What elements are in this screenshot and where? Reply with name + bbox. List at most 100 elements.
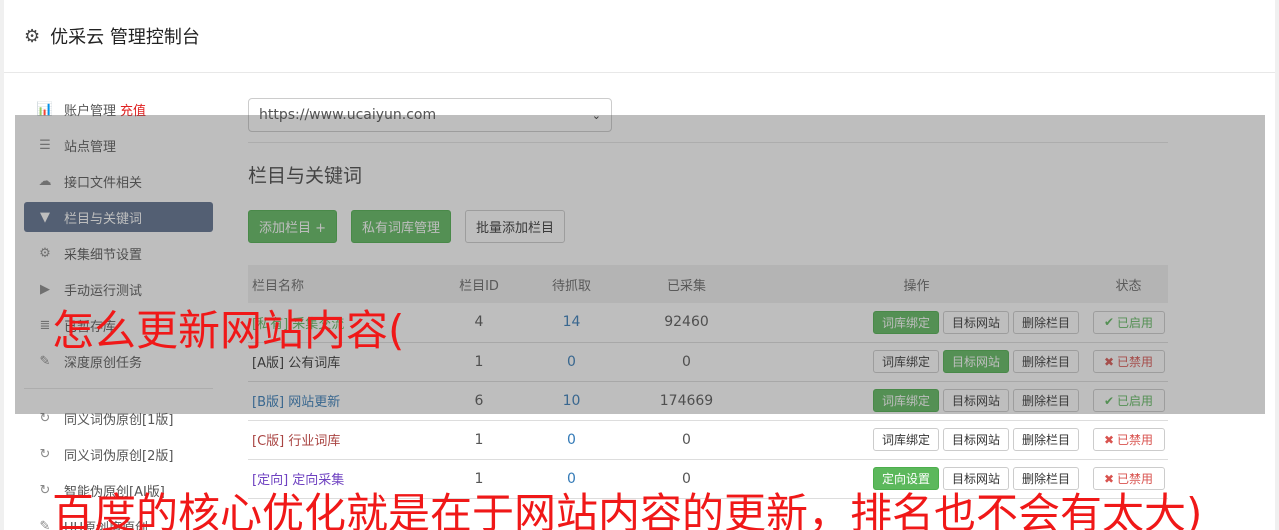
sidebar-item-interface[interactable]: ☁ 接口文件相关 (24, 166, 213, 196)
column-tag: [A版] (252, 356, 285, 371)
toolbar: 添加栏目 + 私有词库管理 批量添加栏目 (248, 210, 1168, 243)
table-header-row: 栏目名称 栏目ID 待抓取 已采集 操作 状态 (248, 265, 1168, 303)
status-label: 已禁用 (1117, 355, 1154, 369)
target-site-button[interactable]: 目标网站 (942, 428, 1009, 451)
column-id: 1 (474, 353, 484, 370)
sidebar-item-label: 接口文件相关 (64, 175, 143, 191)
status-toggle[interactable]: ✖ 已禁用 (1092, 467, 1165, 490)
gear-icon: ⚙ (24, 25, 41, 47)
bind-lib-button[interactable]: 词库绑定 (872, 310, 939, 334)
cloud-upload-icon: ☁ (38, 173, 52, 189)
column-name-cell[interactable]: [B版] 网站更新 (248, 381, 444, 420)
sidebar-item-label: 同义词伪原创[2版] (64, 448, 174, 464)
chevron-down-icon: ⌄ (591, 108, 601, 122)
column-tag: [定向] (252, 473, 289, 488)
target-site-button[interactable]: 目标网站 (942, 350, 1009, 373)
delete-column-button[interactable]: 删除栏目 (1012, 350, 1079, 373)
status-toggle[interactable]: ✖ 已禁用 (1092, 350, 1165, 373)
collected-count: 0 (682, 353, 691, 370)
caption-line-1: 怎么更新网站内容( (52, 306, 405, 355)
column-name-cell[interactable]: [C版] 行业词库 (248, 420, 444, 459)
check-icon: ✔ (1103, 315, 1115, 330)
sidebar-item-label: 手动运行测试 (64, 283, 143, 299)
edit-icon: ✎ (39, 353, 51, 369)
column-tag: [B版] (252, 395, 285, 410)
add-column-button[interactable]: 添加栏目 + (248, 210, 338, 243)
close-icon: ✖ (1103, 432, 1115, 447)
target-site-button[interactable]: 目标网站 (942, 389, 1009, 412)
target-site-button[interactable]: 目标网站 (942, 310, 1009, 334)
sidebar-item-manual-test[interactable]: ▶ 手动运行测试 (24, 274, 213, 304)
app-title: 优采云 管理控制台 (50, 27, 200, 48)
col-header-status: 状态 (1115, 278, 1142, 294)
columns-table: 栏目名称 栏目ID 待抓取 已采集 操作 状态 [私有] 采集交流 4 14 9… (248, 265, 1168, 499)
private-lib-button[interactable]: 私有词库管理 (351, 210, 452, 243)
pending-count[interactable]: 0 (514, 342, 629, 381)
sidebar-item-label: 同义词伪原创[1版] (64, 412, 174, 428)
status-toggle[interactable]: ✔ 已启用 (1092, 310, 1165, 334)
sidebar-item-label: 栏目与关键词 (64, 211, 143, 227)
collected-count: 92460 (664, 314, 709, 331)
status-toggle[interactable]: ✔ 已启用 (1092, 389, 1165, 412)
status-toggle[interactable]: ✖ 已禁用 (1092, 428, 1165, 451)
section-title: 栏目与关键词 (248, 165, 363, 187)
pending-count[interactable]: 10 (514, 381, 629, 420)
target-site-button[interactable]: 目标网站 (942, 467, 1009, 490)
delete-column-button[interactable]: 删除栏目 (1012, 389, 1079, 412)
column-id: 1 (474, 431, 484, 448)
table-row: [B版] 网站更新 6 10 174669 词库绑定 目标网站 删除栏目 ✔ 已启… (248, 381, 1168, 420)
delete-column-button[interactable]: 删除栏目 (1012, 428, 1079, 451)
pending-count[interactable]: 0 (514, 420, 629, 459)
collected-count: 0 (682, 431, 691, 448)
sidebar-item-synonym-v1[interactable]: ↻ 同义词伪原创[1版] (24, 403, 213, 433)
column-name: 网站更新 (288, 395, 341, 410)
sidebar-item-account[interactable]: 📊 账户管理 充值 (24, 94, 213, 124)
collected-count: 174669 (659, 392, 714, 409)
delete-column-button[interactable]: 删除栏目 (1012, 310, 1079, 334)
sidebar-item-collect-settings[interactable]: ⚙ 采集细节设置 (24, 238, 213, 268)
batch-add-button[interactable]: 批量添加栏目 (465, 210, 566, 243)
bind-lib-button[interactable]: 词库绑定 (872, 389, 939, 412)
table-row: [C版] 行业词库 1 0 0 词库绑定 目标网站 删除栏目 ✖ 已禁用 (248, 420, 1168, 459)
bind-lib-button[interactable]: 词库绑定 (872, 428, 939, 451)
status-label: 已启用 (1117, 394, 1154, 408)
bar-chart-icon: 📊 (36, 101, 54, 117)
recharge-link[interactable]: 充值 (120, 100, 146, 119)
site-select[interactable]: https://www.ucaiyun.com ⌄ (248, 98, 612, 132)
status-label: 已启用 (1117, 315, 1154, 330)
pending-count[interactable]: 14 (514, 303, 629, 342)
sidebar-divider (24, 388, 213, 389)
column-tag: [C版] (252, 434, 285, 449)
col-header-name: 栏目名称 (252, 278, 305, 294)
close-icon: ✖ (1103, 471, 1115, 486)
cogs-icon: ⚙ (39, 245, 51, 261)
status-label: 已禁用 (1117, 433, 1154, 447)
main-content: https://www.ucaiyun.com ⌄ 栏目与关键词 添加栏目 + … (248, 98, 1168, 499)
column-name: 定向采集 (292, 473, 345, 488)
sidebar-item-sites[interactable]: ☰ 站点管理 (24, 130, 213, 160)
close-icon: ✖ (1103, 354, 1115, 369)
bind-lib-button[interactable]: 词库绑定 (872, 350, 939, 373)
col-header-pending: 待抓取 (551, 278, 591, 294)
directional-settings-button[interactable]: 定向设置 (872, 467, 939, 490)
col-header-id: 栏目ID (459, 278, 499, 294)
col-header-collected: 已采集 (666, 278, 706, 294)
col-header-ops: 操作 (903, 278, 930, 294)
server-icon: ☰ (39, 137, 51, 153)
filter-icon: ▼ (40, 209, 50, 225)
sidebar-item-label: 账户管理 (64, 103, 117, 119)
column-name: 行业词库 (288, 434, 341, 449)
check-icon: ✔ (1103, 393, 1115, 408)
refresh-icon: ↻ (39, 446, 51, 462)
sidebar-item-label: 采集细节设置 (64, 247, 143, 263)
app-header: ⚙ 优采云 管理控制台 (4, 0, 1275, 73)
delete-column-button[interactable]: 删除栏目 (1012, 467, 1079, 490)
divider (248, 142, 1168, 143)
site-select-value: https://www.ucaiyun.com (259, 107, 437, 123)
sidebar-item-columns[interactable]: ▼ 栏目与关键词 (24, 202, 213, 232)
caption-line-2: 百度的核心优化就是在于网站内容的更新，排名也不会有太大) (52, 489, 1203, 530)
status-label: 已禁用 (1117, 472, 1154, 486)
sidebar-item-synonym-v2[interactable]: ↻ 同义词伪原创[2版] (24, 439, 213, 469)
column-id: 4 (474, 314, 484, 331)
app-frame: ⚙ 优采云 管理控制台 📊 账户管理 充值 ☰ 站点管理 ☁ 接口文件相关 ▼ … (4, 0, 1275, 530)
